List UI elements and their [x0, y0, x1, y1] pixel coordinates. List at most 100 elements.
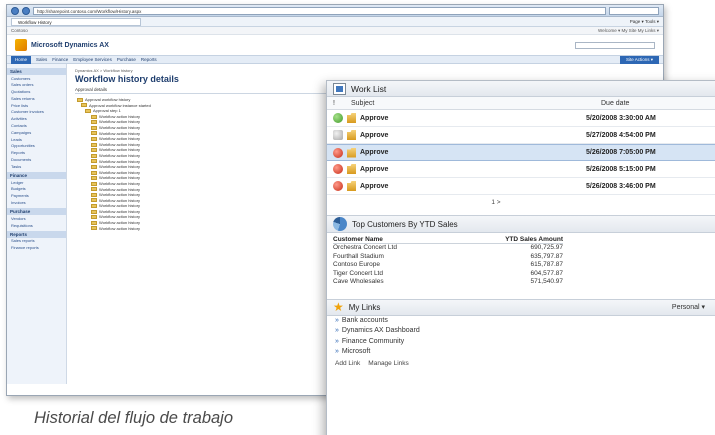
customer-name[interactable]: Contoso Europe: [333, 261, 454, 270]
folder-icon: [91, 131, 97, 136]
task-folder-icon: [347, 147, 356, 158]
work-item-subject[interactable]: Approve: [360, 149, 586, 156]
quick-launch-item[interactable]: Reports: [7, 150, 66, 157]
browser-tab[interactable]: Workflow History: [11, 17, 141, 26]
table-row: Tiger Concert Ltd 604,577.87: [333, 270, 563, 279]
column-subject[interactable]: Subject: [351, 100, 601, 107]
tab-5[interactable]: Reports: [141, 57, 157, 62]
top-site-link[interactable]: Contoso: [11, 28, 28, 33]
quick-launch-item[interactable]: Sales orders: [7, 82, 66, 89]
quick-launch-item[interactable]: Contacts: [7, 123, 66, 130]
quick-launch-item[interactable]: Vendors: [7, 215, 66, 222]
work-list-rows: Approve 5/20/2008 3:30:00 AM Approve 5/27/2…: [327, 110, 715, 195]
quick-launch-item[interactable]: Price lists: [7, 102, 66, 109]
quick-launch-item[interactable]: Tasks: [7, 163, 66, 170]
quick-launch-item[interactable]: Opportunities: [7, 143, 66, 150]
work-item-due-date: 5/26/2008 3:46:00 PM: [586, 182, 656, 190]
browser-command-bar[interactable]: Page ▾ Tools ▾: [630, 19, 659, 25]
folder-icon: [91, 187, 97, 192]
column-ytd-sales[interactable]: YTD Sales Amount: [453, 235, 563, 244]
column-priority[interactable]: !: [333, 100, 351, 107]
quick-launch-item[interactable]: Ledger: [7, 179, 66, 186]
quick-launch-item[interactable]: Sales reports: [7, 238, 66, 245]
my-link-item[interactable]: » Bank accounts: [327, 316, 715, 327]
task-folder-icon: [347, 130, 356, 140]
top-right-links[interactable]: Welcome ▾ My Site My Links ▾: [598, 28, 659, 34]
work-list-row[interactable]: Approve 5/27/2008 4:54:00 PM: [327, 127, 715, 144]
work-list-column-header: ! Subject Due date: [327, 97, 715, 110]
site-actions-button[interactable]: Site Actions ▾: [619, 55, 659, 64]
ytd-sales-amount: 615,787.87: [530, 261, 563, 268]
add-link-button[interactable]: Add Link: [335, 360, 360, 367]
personal-dropdown[interactable]: Personal ▾: [672, 303, 715, 311]
folder-icon: [77, 97, 83, 102]
quick-launch-item[interactable]: Requisitions: [7, 222, 66, 229]
customer-name[interactable]: Fourthall Stadium: [333, 253, 454, 262]
status-gray-icon: [333, 130, 343, 140]
browser-search-input[interactable]: [609, 6, 659, 15]
work-list-row[interactable]: Approve 5/20/2008 3:30:00 AM: [327, 110, 715, 127]
breadcrumb[interactable]: Dynamics AX > Workflow history: [75, 68, 655, 73]
address-input[interactable]: http://sharepoint.contoso.com/Workflow/H…: [33, 6, 606, 15]
forward-icon[interactable]: [22, 6, 30, 15]
quick-launch-item[interactable]: Payments: [7, 193, 66, 200]
quick-launch-item[interactable]: Budgets: [7, 186, 66, 193]
quick-launch-item[interactable]: Quotations: [7, 89, 66, 96]
work-item-due-date: 5/27/2008 4:54:00 PM: [586, 131, 656, 139]
work-item-subject[interactable]: Approve: [360, 166, 586, 173]
tab-2[interactable]: Finance: [52, 57, 68, 62]
quick-launch-item[interactable]: Leads: [7, 136, 66, 143]
folder-icon: [91, 192, 97, 197]
back-icon[interactable]: [11, 6, 19, 15]
table-row: Orchestra Concert Ltd 690,725.97: [333, 244, 563, 253]
quick-launch-heading[interactable]: Finance: [7, 172, 66, 180]
customer-name[interactable]: Tiger Concert Ltd: [333, 270, 454, 279]
tab-3[interactable]: Employee Services: [73, 57, 112, 62]
work-item-subject[interactable]: Approve: [360, 183, 586, 190]
work-list-row[interactable]: Approve 5/26/2008 7:05:00 PM: [327, 144, 715, 161]
quick-launch-heading[interactable]: Sales: [7, 68, 66, 75]
my-links-header: ★ My Links Personal ▾: [327, 298, 715, 316]
site-search-input[interactable]: [575, 41, 655, 49]
quick-launch-item[interactable]: Customer invoices: [7, 109, 66, 116]
my-link-item[interactable]: » Microsoft: [327, 347, 715, 358]
site-title[interactable]: Microsoft Dynamics AX: [31, 42, 109, 49]
quick-launch-heading[interactable]: Reports: [7, 230, 66, 238]
pie-chart-icon: [333, 217, 347, 231]
tab-4[interactable]: Purchase: [117, 57, 136, 62]
customer-name[interactable]: Orchestra Concert Ltd: [333, 244, 454, 253]
bullet-icon: »: [335, 327, 339, 334]
quick-launch-item[interactable]: Campaigns: [7, 129, 66, 136]
work-list-pager[interactable]: 1 >: [327, 195, 715, 211]
quick-launch-item[interactable]: Invoices: [7, 200, 66, 207]
work-list-row[interactable]: Approve 5/26/2008 5:15:00 PM: [327, 161, 715, 178]
work-list-row[interactable]: Approve 5/26/2008 3:46:00 PM: [327, 178, 715, 195]
quick-launch-item[interactable]: Sales returns: [7, 95, 66, 102]
column-due-date[interactable]: Due date: [601, 100, 629, 107]
ytd-sales-amount: 571,540.97: [530, 278, 563, 285]
my-link-label[interactable]: Bank accounts: [342, 317, 388, 324]
my-link-label[interactable]: Finance Community: [342, 338, 404, 345]
my-link-item[interactable]: » Finance Community: [327, 337, 715, 348]
tab-0[interactable]: Home: [11, 55, 32, 64]
my-link-item[interactable]: » Dynamics AX Dashboard: [327, 326, 715, 337]
quick-launch-item[interactable]: Customers: [7, 75, 66, 82]
manage-links-button[interactable]: Manage Links: [368, 360, 408, 367]
dashboard-window: Work List ! Subject Due date Approve 5/20…: [326, 80, 715, 435]
my-link-label[interactable]: Dynamics AX Dashboard: [342, 327, 420, 334]
folder-icon: [91, 204, 97, 209]
quick-launch-item[interactable]: Finance reports: [7, 245, 66, 252]
customer-name[interactable]: Cave Wholesales: [333, 278, 454, 287]
column-customer-name[interactable]: Customer Name: [333, 235, 454, 244]
browser-address-bar: http://sharepoint.contoso.com/Workflow/H…: [7, 5, 663, 17]
quick-launch-item[interactable]: Documents: [7, 157, 66, 164]
tab-1[interactable]: Sales: [36, 57, 47, 62]
quick-launch-heading[interactable]: Purchase: [7, 208, 66, 216]
quick-launch-item[interactable]: Activities: [7, 116, 66, 123]
work-item-subject[interactable]: Approve: [360, 132, 586, 139]
my-link-label[interactable]: Microsoft: [342, 348, 370, 355]
tree-node-label: Workflow action history: [99, 225, 141, 231]
my-links-title: My Links: [348, 302, 381, 312]
work-item-subject[interactable]: Approve: [360, 115, 586, 122]
folder-icon: [91, 148, 97, 153]
